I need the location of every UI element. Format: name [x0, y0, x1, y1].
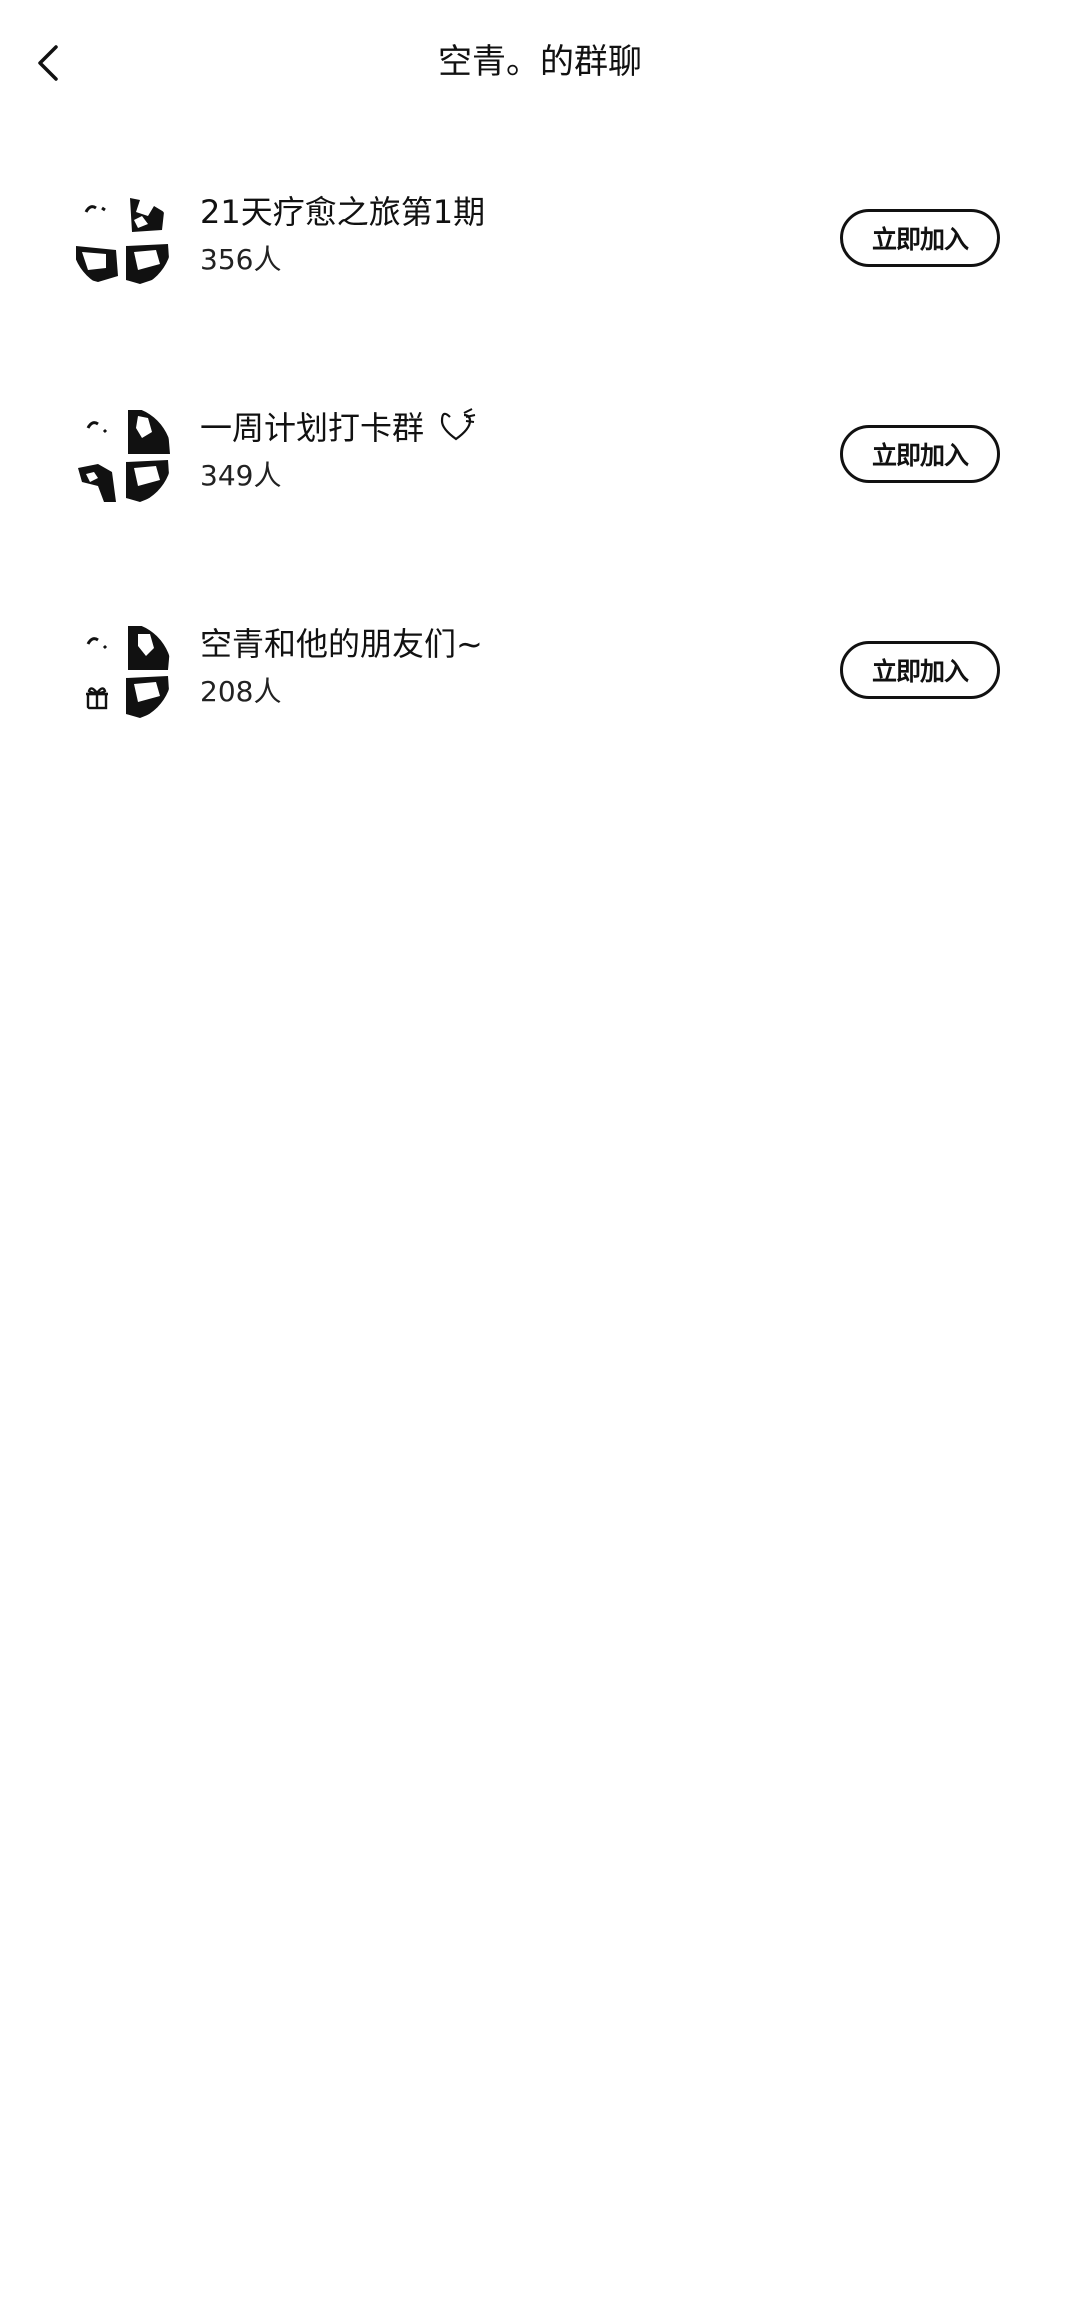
group-avatar — [72, 190, 172, 290]
group-name: 一周计划打卡群 — [200, 406, 480, 450]
group-name: 21天疗愈之旅第1期 — [200, 193, 486, 231]
group-name: 空青和他的朋友们~ — [200, 625, 483, 663]
member-count: 349人 — [200, 459, 282, 492]
group-avatar — [72, 406, 172, 506]
group-item[interactable]: 21天疗愈之旅第1期 356人 立即加入 — [0, 160, 1080, 376]
page-title: 空青。的群聊 — [438, 42, 642, 82]
group-avatar — [72, 622, 172, 722]
join-button[interactable]: 立即加入 — [840, 425, 1000, 483]
member-count: 356人 — [200, 243, 282, 276]
group-item[interactable]: 一周计划打卡群 349人 立即加入 — [0, 376, 1080, 592]
group-item[interactable]: 空青和他的朋友们~ 208人 立即加入 — [0, 592, 1080, 808]
member-count: 208人 — [200, 675, 282, 708]
join-button[interactable]: 立即加入 — [840, 209, 1000, 267]
top-bar: 空青。的群聊 — [0, 0, 1080, 130]
group-name-text: 一周计划打卡群 — [200, 409, 425, 447]
heart-with-wing-icon — [441, 408, 476, 441]
group-list: 21天疗愈之旅第1期 356人 立即加入 一周计划打卡群 349人 立即加入 空… — [0, 160, 1080, 808]
join-button[interactable]: 立即加入 — [840, 641, 1000, 699]
